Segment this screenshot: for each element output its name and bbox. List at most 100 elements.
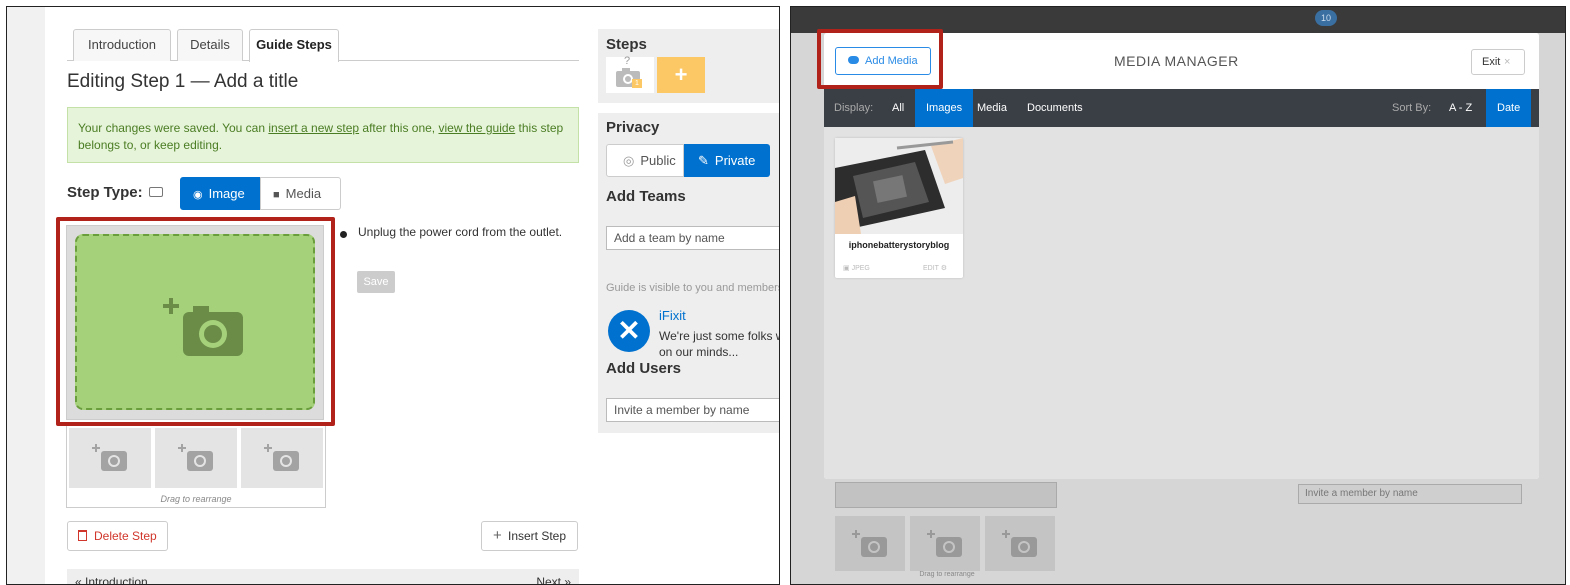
tab-details[interactable]: Details	[177, 29, 243, 61]
insert-new-step-link[interactable]: insert a new step	[268, 121, 359, 135]
add-photo-icon	[178, 444, 213, 471]
plus-icon: +	[493, 527, 502, 544]
question-mark: ?	[624, 55, 631, 67]
add-photo-icon	[1002, 530, 1037, 557]
editor-tabs: Introduction Details Guide Steps	[67, 27, 579, 62]
filter-images[interactable]: Images	[915, 89, 974, 127]
view-guide-link[interactable]: view the guide	[438, 121, 515, 135]
thumbnail-slot[interactable]	[69, 428, 151, 488]
insert-step-label: Insert Step	[508, 529, 567, 543]
phone-battery-photo	[835, 138, 963, 234]
image-area-highlight	[56, 217, 335, 426]
team-description: We're just some folks w on our minds...	[659, 328, 780, 360]
media-item-edit-label: EDIT	[923, 265, 939, 272]
notice-mid: after this one,	[359, 121, 439, 135]
invite-member-input[interactable]: Invite a member by name	[606, 398, 779, 422]
notification-badge: 10	[1315, 10, 1337, 26]
add-photo-icon	[92, 444, 127, 471]
add-photo-icon	[852, 530, 887, 557]
filter-all[interactable]: All	[884, 89, 912, 127]
media-item-thumbnail[interactable]	[835, 138, 963, 234]
team-description-line-1: We're just some folks w	[659, 329, 780, 343]
add-media-highlight	[817, 29, 943, 89]
step-bullet-line[interactable]: Unplug the power cord from the outlet.	[358, 225, 562, 239]
modal-title: MEDIA MANAGER	[1114, 53, 1239, 69]
add-teams-heading: Add Teams	[606, 188, 686, 205]
media-item-card[interactable]: iphonebatterystoryblog ▣ JPEG EDIT ⚙	[835, 138, 963, 278]
camera-icon: ◉	[193, 189, 203, 201]
left-gutter	[7, 7, 45, 584]
dimmed-thumbnail	[835, 516, 905, 571]
step-type-image-button[interactable]: ◉ Image	[180, 177, 260, 210]
page-title: Editing Step 1 — Add a title	[67, 71, 299, 92]
close-icon: ✕	[617, 315, 641, 346]
filter-bar: Display: All Images Media Documents Sort…	[824, 89, 1539, 127]
video-icon: ■	[273, 189, 280, 201]
globe-icon: ◎	[623, 153, 635, 168]
save-button[interactable]: Save	[357, 271, 395, 293]
bullet-icon	[340, 231, 347, 238]
tab-introduction[interactable]: Introduction	[73, 29, 171, 61]
dimmed-input	[835, 482, 1057, 508]
media-item-edit[interactable]: EDIT ⚙	[923, 264, 947, 272]
visibility-note: Guide is visible to you and members	[606, 282, 780, 294]
private-button[interactable]: ✎ Private	[684, 144, 770, 177]
team-description-line-2: on our minds...	[659, 345, 739, 359]
exit-button[interactable]: Exit ×	[1471, 49, 1525, 75]
tab-guide-steps[interactable]: Guide Steps	[249, 29, 339, 62]
step-type-image-label: Image	[208, 186, 245, 201]
dimmed-drag-hint: Drag to rearrange	[919, 571, 975, 578]
media-grid: iphonebatterystoryblog ▣ JPEG EDIT ⚙	[824, 127, 1539, 479]
step-type-media-label: Media	[285, 186, 322, 201]
image-thumbnails: Drag to rearrange	[66, 426, 326, 508]
private-label: Private	[714, 153, 756, 168]
display-label: Display:	[834, 102, 874, 114]
add-users-heading: Add Users	[606, 360, 682, 377]
media-manager-modal: Add Media MEDIA MANAGER Exit × Display: …	[824, 33, 1539, 479]
steps-section: Steps ? 1 +	[598, 29, 779, 103]
thumbnail-slot[interactable]	[155, 428, 237, 488]
drag-hint: Drag to rearrange	[160, 494, 232, 504]
close-icon: ×	[1504, 56, 1511, 68]
add-team-input[interactable]: Add a team by name	[606, 226, 779, 250]
keyboard-icon	[149, 187, 163, 197]
exit-label: Exit	[1482, 56, 1501, 68]
delete-step-button[interactable]: Delete Step	[67, 521, 168, 551]
saved-notice: Your changes were saved. You can insert …	[67, 107, 579, 163]
step-pager: « Introduction Next »	[67, 569, 579, 584]
step-type-media-button[interactable]: ■ Media	[260, 177, 341, 210]
filter-documents[interactable]: Documents	[1019, 89, 1091, 127]
step-editor-panel: Introduction Details Guide Steps Editing…	[6, 6, 780, 585]
public-label: Public	[640, 153, 676, 168]
step-type-label: Step Type:	[67, 184, 143, 201]
step-thumbnail-1[interactable]: ? 1	[606, 55, 654, 93]
filter-media[interactable]: Media	[969, 89, 1015, 127]
trash-icon	[78, 530, 87, 541]
dimmed-thumbnail	[985, 516, 1055, 571]
media-manager-panel: 10 Invite a member by name Drag to rearr…	[790, 6, 1566, 585]
add-step-button[interactable]: +	[657, 57, 705, 93]
team-name-link[interactable]: iFixit	[659, 308, 686, 323]
ifixit-logo: ✕	[608, 310, 650, 352]
privacy-heading: Privacy	[606, 119, 660, 136]
insert-step-button[interactable]: + Insert Step	[481, 521, 578, 551]
add-photo-icon	[264, 444, 299, 471]
thumbnail-slot[interactable]	[241, 428, 323, 488]
privacy-section: Privacy ◎ Public ✎ Private Add Teams Add a…	[598, 113, 780, 433]
sort-date[interactable]: Date	[1486, 89, 1532, 127]
gear-icon: ⚙	[938, 265, 948, 272]
steps-heading: Steps	[606, 36, 647, 53]
pager-prev-link[interactable]: « Introduction	[75, 575, 148, 584]
dimmed-thumbnail	[910, 516, 980, 571]
media-item-type-label: JPEG	[851, 265, 870, 272]
sort-a-z[interactable]: A - Z	[1441, 89, 1480, 127]
media-item-name: iphonebatterystoryblog	[848, 240, 950, 250]
public-button[interactable]: ◎ Public	[606, 144, 684, 177]
pager-next-link[interactable]: Next »	[536, 575, 571, 584]
edit-icon: ✎	[698, 153, 709, 168]
add-photo-icon	[927, 530, 962, 557]
dimmed-invite-input: Invite a member by name	[1298, 484, 1522, 504]
delete-step-label: Delete Step	[94, 529, 157, 543]
guide-sidebar: Steps ? 1 + Privacy ◎ Public ✎ Private Add…	[598, 29, 780, 433]
sort-by-label: Sort By:	[1392, 102, 1432, 114]
